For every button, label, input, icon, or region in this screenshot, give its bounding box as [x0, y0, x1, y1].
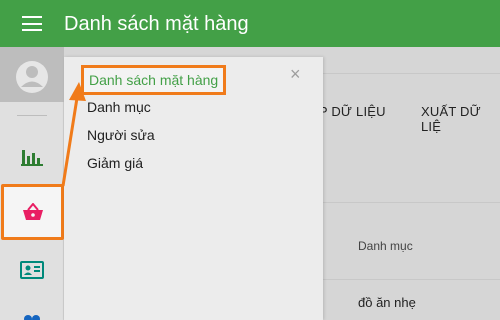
basket-icon	[22, 203, 43, 220]
app-window: Danh sách mặt hàng ẬP DỮ LIỆU XUẤT DỮ LI…	[0, 0, 500, 320]
rail-item-reports[interactable]	[0, 139, 64, 175]
avatar[interactable]	[0, 47, 64, 102]
menu-item-editors[interactable]: Người sửa	[87, 126, 155, 144]
menu-item-categories[interactable]: Danh mục	[87, 98, 151, 116]
menu-icon[interactable]	[22, 16, 42, 31]
rail-divider	[17, 115, 47, 116]
close-icon[interactable]: ×	[290, 65, 301, 83]
menu-item-discounts[interactable]: Giảm giá	[87, 154, 143, 172]
page-title: Danh sách mặt hàng	[64, 13, 249, 35]
table-cell: đồ ăn nhẹ	[358, 295, 416, 310]
bar-chart-icon	[21, 150, 43, 166]
side-rail	[0, 47, 64, 320]
id-card-icon	[20, 261, 44, 279]
top-app-bar: Danh sách mặt hàng	[0, 0, 500, 47]
rail-item-products[interactable]	[1, 184, 64, 240]
column-header-category[interactable]: Danh mục	[358, 239, 413, 253]
people-icon	[24, 315, 40, 320]
tab-export-data[interactable]: XUẤT DỮ LIỆ	[421, 104, 500, 134]
avatar-icon	[16, 61, 48, 93]
products-menu-panel: Danh sách mặt hàng Danh mục Người sửa Gi…	[64, 57, 323, 320]
rail-item-staff[interactable]	[0, 309, 64, 320]
rail-item-customers[interactable]	[0, 250, 64, 290]
menu-item-product-list[interactable]: Danh sách mặt hàng	[81, 65, 227, 95]
